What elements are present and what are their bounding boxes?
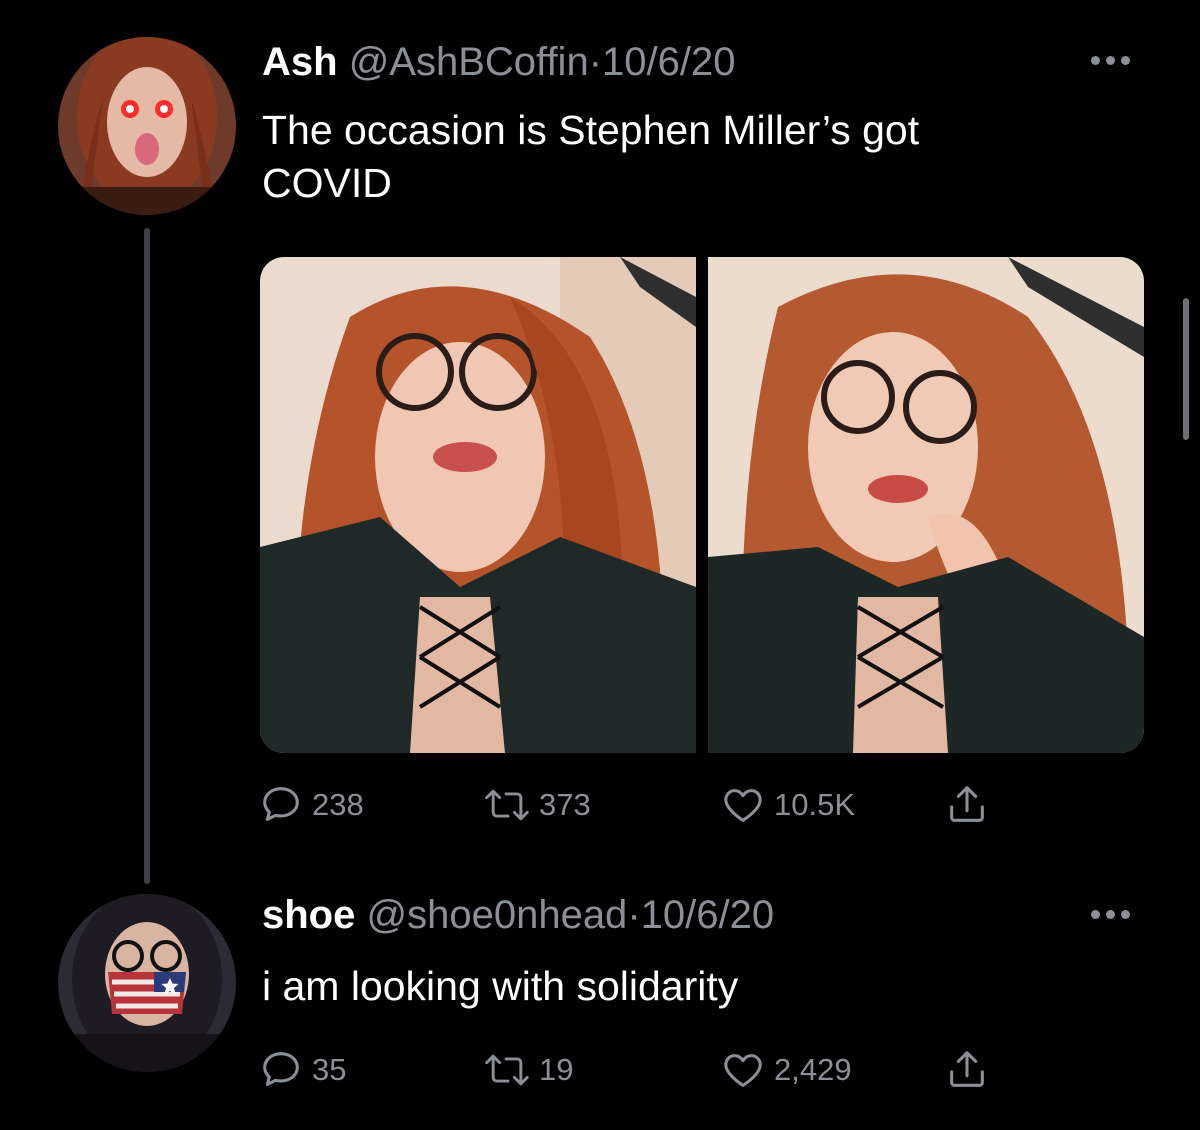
tweet-header-ash: Ash @AshBCoffin·10/6/20 [262,37,735,87]
avatar-ash-image [58,37,236,215]
user-handle[interactable]: @AshBCoffin [349,40,589,84]
tweet-date[interactable]: 10/6/20 [602,40,735,84]
selfie-photo-right [708,257,1144,753]
retweet-count: 373 [539,787,591,822]
speech-bubble-icon [263,1052,299,1086]
tweet-date[interactable]: 10/6/20 [641,893,774,937]
share-button[interactable] [944,780,998,830]
share-upload-icon [950,1051,984,1087]
reply-count: 238 [312,787,364,822]
scrollbar[interactable] [1183,298,1189,440]
like-count: 10.5K [774,787,856,822]
like-button[interactable]: 2,429 [720,1045,852,1095]
heart-icon [724,1054,762,1087]
tweet-actions-shoe: 35 19 2,429 [258,1045,1018,1095]
retweet-count: 19 [539,1052,574,1087]
thread-connector-line [144,228,150,884]
avatar-ash[interactable] [58,37,236,215]
tweet-actions-ash: 238 373 10.5K [258,780,1018,830]
retweet-arrows-icon [485,1054,529,1086]
tweet-text-line: i am looking with solidarity [262,963,739,1009]
tweet-text: The occasion is Stephen Miller’s got COV… [262,104,919,210]
tweet-text-line: COVID [262,160,392,206]
retweet-button[interactable]: 373 [483,780,591,830]
heart-icon [724,789,762,822]
like-button[interactable]: 10.5K [720,780,855,830]
share-button[interactable] [944,1045,998,1095]
more-dots-icon[interactable] [1091,50,1143,70]
speech-bubble-icon [263,787,299,821]
avatar-shoe-image [58,894,236,1072]
tweet-header-shoe: shoe @shoe0nhead·10/6/20 [262,890,774,940]
display-name[interactable]: Ash [262,40,338,84]
like-count: 2,429 [774,1052,852,1087]
user-handle[interactable]: @shoe0nhead [366,893,627,937]
reply-count: 35 [312,1052,347,1087]
reply-button[interactable]: 35 [258,1045,346,1095]
tweet-text-line: The occasion is Stephen Miller’s got [262,107,920,153]
media-photo-left[interactable] [260,257,696,753]
more-dots-icon[interactable] [1091,904,1143,924]
retweet-button[interactable]: 19 [483,1045,573,1095]
avatar-shoe[interactable] [58,894,236,1072]
tweet-media-grid [260,257,1144,753]
reply-button[interactable]: 238 [258,780,364,830]
share-upload-icon [950,786,984,822]
selfie-photo-left [260,257,696,753]
retweet-arrows-icon [485,789,529,821]
media-photo-right[interactable] [708,257,1144,753]
tweet-text: i am looking with solidarity [262,960,738,1013]
separator-dot: · [588,40,603,84]
separator-dot: · [627,893,641,937]
display-name[interactable]: shoe [262,893,355,937]
